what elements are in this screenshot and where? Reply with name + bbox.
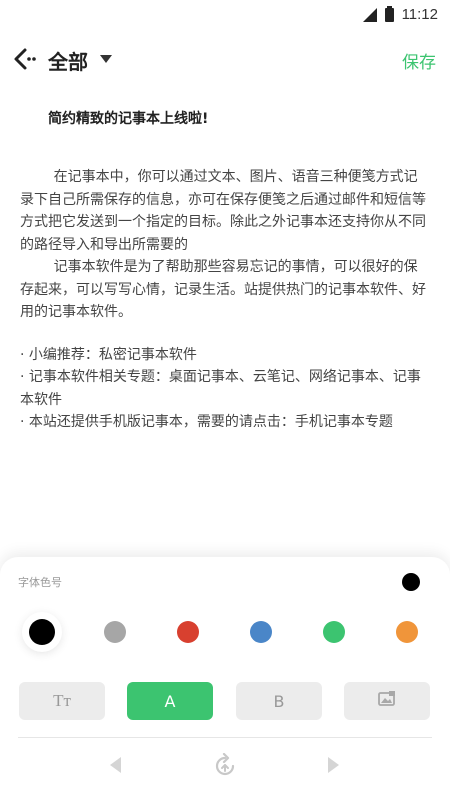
chevron-left-icon[interactable]	[110, 757, 121, 773]
signal-icon	[362, 7, 377, 22]
list-item: · 小编推荐：私密记事本软件	[20, 346, 197, 363]
status-time: 11:12	[401, 6, 438, 23]
note-paragraph: 记事本软件是为了帮助那些容易忘记的事情，可以很好的保存起来，可以写写心情，记录生…	[20, 259, 426, 320]
status-bar: 11:12	[0, 0, 450, 32]
bottom-nav	[0, 752, 450, 783]
chevron-down-icon[interactable]	[100, 55, 112, 63]
divider	[18, 737, 432, 738]
font-color-label: 字体色号	[18, 576, 62, 589]
note-bullet-list: · 小编推荐：私密记事本软件 · 记事本软件相关专题：桌面记事本、云笔记、网络记…	[20, 344, 430, 434]
note-paragraph: 在记事本中，你可以通过文本、图片、语音三种便笺方式记录下自己所需保存的信息，亦可…	[20, 169, 426, 253]
color-swatch-black[interactable]	[29, 619, 55, 645]
format-panel: 字体色号 Tт A B	[0, 557, 450, 800]
font-size-button[interactable]: Tт	[19, 682, 105, 720]
battery-icon	[384, 5, 394, 22]
save-button[interactable]: 保存	[402, 48, 436, 73]
color-swatch-red[interactable]	[177, 621, 199, 643]
note-content[interactable]: 简约精致的记事本上线啦! 在记事本中，你可以通过文本、图片、语音三种便笺方式记录…	[20, 108, 430, 434]
category-title[interactable]: 全部	[48, 46, 88, 75]
color-swatch-orange[interactable]	[396, 621, 418, 643]
insert-image-button[interactable]	[344, 682, 430, 720]
list-item: · 记事本软件相关专题：桌面记事本、云笔记、网络记事本、记事本软件	[20, 369, 421, 408]
app-header: 全部 保存	[0, 32, 450, 88]
color-a-button[interactable]: A	[127, 682, 213, 720]
color-swatches	[0, 615, 450, 649]
color-swatch-green[interactable]	[323, 621, 345, 643]
bold-b-label: B	[273, 691, 285, 711]
list-item: · 本站还提供手机版记事本，需要的请点击：手机记事本专题	[20, 414, 393, 430]
status-icons: 11:12	[362, 5, 438, 23]
image-icon	[378, 691, 396, 711]
back-icon[interactable]	[12, 46, 38, 72]
bold-b-button[interactable]: B	[236, 682, 322, 720]
color-a-label: A	[164, 691, 176, 711]
chevron-right-icon[interactable]	[328, 757, 339, 773]
color-swatch-gray[interactable]	[104, 621, 126, 643]
current-color-indicator	[402, 573, 420, 591]
format-toolbar: Tт A B	[0, 682, 450, 722]
color-swatch-blue[interactable]	[250, 621, 272, 643]
text-size-icon: Tт	[53, 691, 71, 710]
note-title: 简约精致的记事本上线啦!	[48, 111, 209, 127]
rotate-icon[interactable]	[212, 752, 238, 779]
